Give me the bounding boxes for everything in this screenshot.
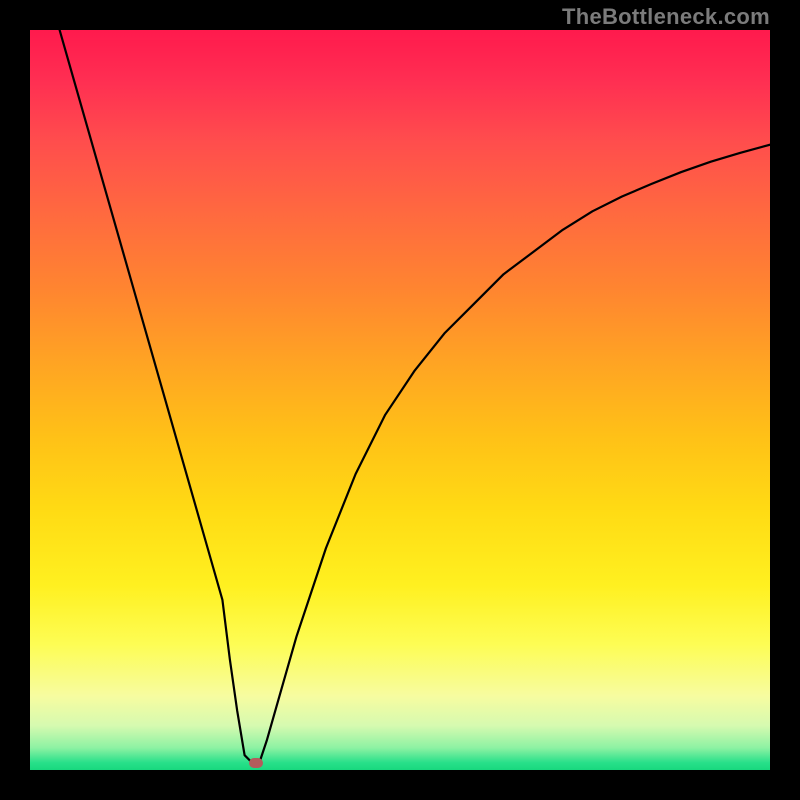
chart-frame: TheBottleneck.com — [0, 0, 800, 800]
optimal-point-marker — [249, 758, 263, 768]
plot-area — [30, 30, 770, 770]
bottleneck-curve — [30, 30, 770, 770]
watermark-text: TheBottleneck.com — [562, 4, 770, 30]
